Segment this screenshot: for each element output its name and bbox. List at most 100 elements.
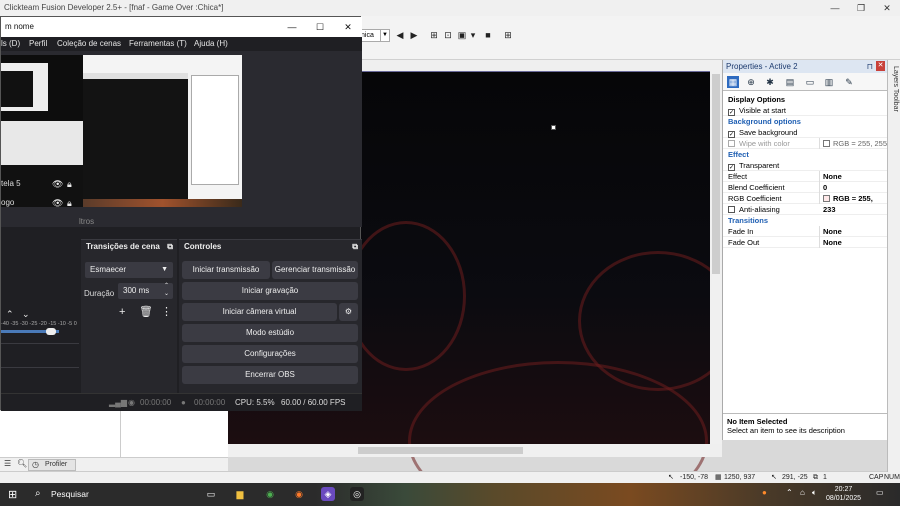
close-icon[interactable]: ✕ (876, 61, 885, 71)
lock-icon[interactable]: 🔒︎ (67, 177, 72, 191)
volume-icon[interactable]: 🔈︎ (812, 488, 817, 498)
size-position-tab-icon[interactable]: ✱ (764, 76, 776, 88)
chevron-down-icon[interactable]: ⌄ (22, 309, 30, 320)
maximize-button[interactable]: ☐ (306, 17, 334, 37)
search-icon[interactable]: ⌕ (35, 488, 41, 499)
scroll-thumb[interactable] (358, 447, 523, 454)
chrome-icon[interactable]: ◉ (263, 487, 277, 501)
filters-button[interactable]: ltros (79, 217, 94, 226)
fade-in-value[interactable]: None (821, 226, 842, 237)
taskbar-search[interactable]: Pesquisar (51, 489, 89, 499)
about-tab-icon[interactable]: ✎ (843, 76, 855, 88)
prev-frame-icon[interactable]: ◀ (394, 29, 406, 41)
minimize-button[interactable]: — (278, 17, 306, 37)
checkbox-checked[interactable]: ✓ (728, 131, 735, 138)
selection-handle[interactable] (551, 125, 556, 130)
duration-input[interactable]: 300 ms ⌃ ⌄ (118, 283, 173, 299)
snap-icon[interactable]: ⊡ (442, 29, 454, 41)
property-row[interactable]: RGB Coefficient RGB = 255, 233 (723, 193, 887, 214)
layers-toolbar-label[interactable]: Layers Toolbar (890, 66, 899, 126)
text-options-tab-icon[interactable]: ▤ (784, 76, 796, 88)
property-row[interactable]: Effect None (723, 171, 887, 182)
source-item[interactable]: tela 5 👁︎ 🔒︎ (1, 177, 79, 191)
property-row[interactable]: Wipe with color RGB = 255, 255 (723, 138, 887, 149)
workspace-icon[interactable]: ☰ (4, 459, 11, 468)
clickteam-icon[interactable]: ◈ (321, 487, 335, 501)
lock-icon[interactable]: 🔒︎ (67, 196, 72, 210)
checkbox-checked[interactable]: ✓ (728, 109, 735, 116)
spinner-icon[interactable]: ⌃ ⌄ (164, 282, 169, 298)
movement-tab-icon[interactable]: ▭ (804, 76, 816, 88)
chevron-up-icon[interactable]: ⌃ (6, 309, 14, 320)
windows-start-icon[interactable]: ⊞ (8, 488, 17, 501)
start-stream-button[interactable]: Iniciar transmissão (182, 261, 270, 279)
transition-select[interactable]: Esmaecer ▼ (85, 262, 173, 278)
checkbox-unchecked[interactable] (728, 140, 735, 147)
close-button[interactable]: ✕ (334, 17, 362, 37)
scroll-thumb[interactable] (712, 74, 720, 274)
property-row[interactable]: Fade In None (723, 226, 887, 237)
exit-button[interactable]: Encerrar OBS (182, 366, 358, 384)
menu-help[interactable]: Ajuda (H) (194, 37, 228, 51)
property-row[interactable]: Fade Out None (723, 237, 887, 248)
menu-scene-collection[interactable]: Coleção de cenas (57, 37, 121, 51)
display-tab-icon[interactable]: ⊕ (745, 76, 757, 88)
minimize-button[interactable]: — (822, 0, 848, 16)
undock-icon[interactable]: ⧉ (352, 240, 358, 254)
virtual-camera-settings-button[interactable]: ⚙ (339, 303, 358, 321)
task-view-icon[interactable]: ▭ (204, 487, 218, 501)
toolbar-combo[interactable]: nica ▼ (358, 29, 390, 42)
runtime-tab-icon[interactable]: ▥ (823, 76, 835, 88)
firefox-icon[interactable]: ◉ (292, 487, 306, 501)
property-row[interactable]: ✓ Save background (723, 127, 887, 138)
checkbox-unchecked[interactable] (728, 206, 735, 213)
start-virtual-camera-button[interactable]: Iniciar câmera virtual (182, 303, 337, 321)
horizontal-scrollbar[interactable] (228, 444, 710, 457)
start-recording-button[interactable]: Iniciar gravação (182, 282, 358, 300)
stop-icon[interactable]: ■ (482, 29, 494, 41)
menu-profile[interactable]: Perfil (29, 37, 47, 51)
network-icon[interactable]: ⌂ (800, 488, 805, 497)
notification-icon[interactable]: ▭ (876, 488, 884, 497)
tray-app-icon[interactable]: ● (762, 488, 767, 497)
source-item[interactable]: ogo 👁︎ 🔒︎ (1, 196, 79, 210)
layers-toolbar-strip[interactable]: Layers Toolbar (887, 60, 900, 472)
taskbar-clock[interactable]: 20:27 08/01/2025 (826, 485, 861, 503)
studio-mode-button[interactable]: Modo estúdio (182, 324, 358, 342)
settings-button[interactable]: Configurações (182, 345, 358, 363)
next-frame-icon[interactable]: ▶ (408, 29, 420, 41)
vertical-scrollbar[interactable] (710, 60, 722, 444)
undock-icon[interactable]: ⧉ (167, 240, 173, 254)
add-icon[interactable]: + (119, 305, 125, 319)
trash-icon[interactable]: 🗑︎ (139, 305, 153, 319)
settings-tab-icon[interactable]: ▦ (727, 76, 739, 88)
menu-tools[interactable]: ls (D) (1, 37, 20, 51)
tab-profiler[interactable]: ◷ Profiler (28, 459, 76, 471)
restore-button[interactable]: ❐ (848, 0, 874, 16)
menu-tools-t[interactable]: Ferramentas (T) (129, 37, 187, 51)
file-explorer-icon[interactable]: ▆ (233, 487, 247, 501)
blend-coefficient-value[interactable]: 0 (821, 182, 827, 193)
chevron-down-icon[interactable]: ▼ (380, 30, 389, 41)
eye-icon[interactable]: 👁︎ (52, 196, 63, 210)
storyboard-icon[interactable]: ⊞ (502, 29, 514, 41)
grid-icon[interactable]: ⊞ (428, 29, 440, 41)
volume-slider[interactable] (46, 328, 56, 335)
pane-divider[interactable] (120, 411, 121, 458)
manage-stream-button[interactable]: Gerenciar transmissão (272, 261, 358, 279)
pin-icon[interactable]: ⊓ (867, 60, 873, 73)
property-row[interactable]: Anti-aliasing (723, 204, 887, 215)
obs-icon[interactable]: ◎ (350, 487, 364, 501)
checkbox-checked[interactable]: ✓ (728, 164, 735, 171)
fade-out-value[interactable]: None (821, 237, 842, 248)
eye-icon[interactable]: 👁︎ (52, 177, 63, 191)
property-row[interactable]: ✓ Visible at start (723, 105, 887, 116)
dropdown-icon[interactable]: ▾ (467, 29, 479, 41)
chevron-up-icon[interactable]: ⌃ (786, 488, 793, 497)
more-icon[interactable]: ⋮ (161, 305, 172, 319)
property-row[interactable]: Blend Coefficient 0 (723, 182, 887, 193)
close-button[interactable]: ✕ (874, 0, 900, 16)
effect-value[interactable]: None (821, 171, 842, 182)
property-row[interactable]: ✓ Transparent (723, 160, 887, 171)
search-icon[interactable]: 🔍︎ (17, 459, 27, 468)
